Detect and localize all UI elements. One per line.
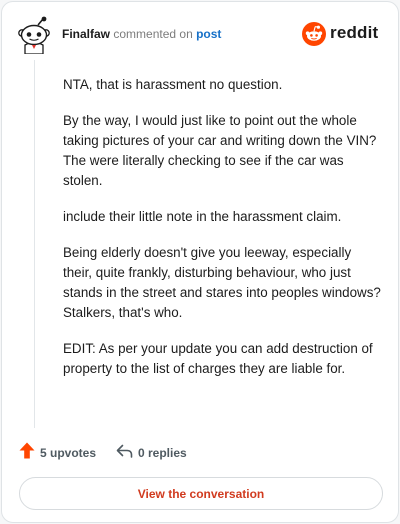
author-username[interactable]: Finalfaw — [62, 27, 110, 41]
comment-body: NTA, that is harassment no question. By … — [63, 75, 383, 395]
post-link[interactable]: post — [196, 27, 221, 41]
reddit-brand[interactable]: reddit — [302, 22, 382, 46]
upvote-button[interactable]: 5 upvotes — [19, 442, 97, 464]
view-conversation-button[interactable]: View the conversation — [19, 477, 383, 510]
comment-paragraph: NTA, that is harassment no question. — [63, 77, 283, 92]
upvote-arrow-icon — [19, 442, 35, 464]
reply-count: 0 replies — [138, 446, 187, 460]
comment-paragraph: EDIT: As per your update you can add des… — [63, 341, 373, 376]
comment-paragraph: Being elderly doesn't give you leeway, e… — [63, 245, 381, 320]
reply-arrow-icon — [116, 443, 133, 464]
comment-header: Finalfaw commented on post reddit — [16, 16, 384, 56]
comment-paragraph: include their little note in the harassm… — [63, 209, 342, 224]
replies-button[interactable]: 0 replies — [116, 443, 187, 463]
comment-footer: 5 upvotes 0 replies — [19, 442, 379, 464]
snoo-avatar-icon[interactable] — [16, 16, 52, 55]
embedded-comment-card: Finalfaw commented on post reddit NTA, t… — [1, 1, 399, 523]
thread-line — [34, 60, 35, 428]
comment-paragraph: By the way, I would just like to point o… — [63, 113, 377, 188]
byline-action-text: commented on — [113, 27, 193, 41]
reddit-wordmark: reddit — [330, 23, 379, 42]
reddit-logo-icon — [302, 22, 326, 51]
upvote-count: 5 upvotes — [40, 446, 97, 460]
comment-byline: Finalfaw commented on post — [62, 27, 221, 41]
